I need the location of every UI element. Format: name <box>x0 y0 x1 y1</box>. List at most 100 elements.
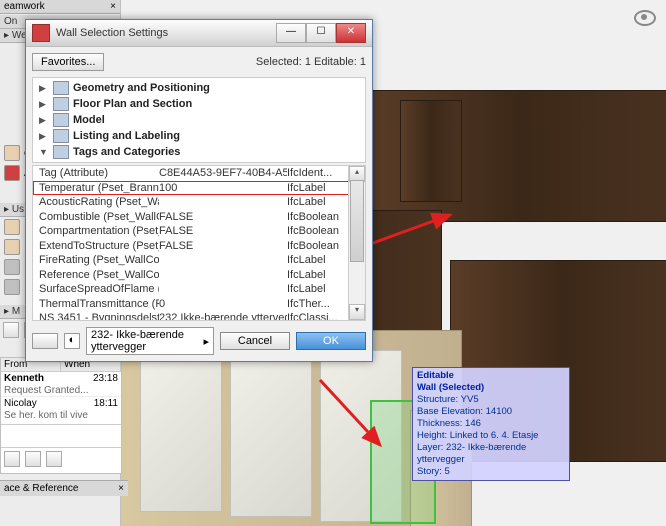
maximize-button[interactable]: ☐ <box>306 23 336 43</box>
chat-message2: Se her. kom til vive <box>1 410 121 424</box>
tooltip-layer: Layer: 232- Ikke-bærende yttervegger <box>417 442 565 466</box>
ok-button[interactable]: OK <box>296 332 366 350</box>
attr-type: IfcBoolean <box>287 224 339 239</box>
tooltip-subheader: Wall (Selected) <box>417 382 565 394</box>
wall-selection-settings-dialog: Wall Selection Settings — ☐ ✕ Favorites.… <box>25 19 373 362</box>
attr-value[interactable] <box>159 195 287 210</box>
attr-name: ExtendToStructure (Pset_W... <box>39 239 159 254</box>
attr-row[interactable]: Tag (Attribute) C8E44A53-9EF7-40B4-A531-… <box>33 166 365 181</box>
attr-type: IfcLabel <box>287 253 339 268</box>
attr-type: IfcLabel <box>287 195 339 210</box>
attr-row[interactable]: ExtendToStructure (Pset_W... FALSE IfcBo… <box>33 239 365 254</box>
chat-tool-btn[interactable] <box>4 451 20 467</box>
attr-row[interactable]: NS 3451 - Bygningsdelstabe... 232 Ikke-b… <box>33 311 365 321</box>
tooltip-thickness: Thickness: 146 <box>417 418 565 430</box>
teamwork-tab-label[interactable]: eamwork <box>4 1 45 12</box>
attr-value[interactable]: 232 Ikke-bærende yttervegger <box>159 311 287 321</box>
teamwork-close[interactable]: × <box>110 1 116 12</box>
collapse-arrow-icon[interactable]: ▶ <box>39 131 49 142</box>
avatar-icon <box>4 239 20 255</box>
attr-type: IfcTher... <box>287 297 339 312</box>
settings-tree: ▶ Geometry and Positioning ▶ Floor Plan … <box>32 77 366 163</box>
element-info-tooltip: Editable Wall (Selected) Structure: YV5 … <box>412 367 570 481</box>
trace-reference-tab[interactable]: ace & Reference × <box>0 480 128 496</box>
attr-row[interactable]: Combustible (Pset_WallCom... FALSE IfcBo… <box>33 210 365 225</box>
attr-row[interactable]: Compartmentation (Pset_W... FALSE IfcBoo… <box>33 224 365 239</box>
tooltip-structure: Structure: YV5 <box>417 394 565 406</box>
chat-user[interactable]: Kenneth <box>4 373 44 384</box>
collapse-arrow-icon[interactable]: ▶ <box>39 99 49 110</box>
tooltip-story: Story: 5 <box>417 466 565 478</box>
attr-row[interactable]: Reference (Pset_WallComm... IfcLabel <box>33 268 365 283</box>
toolbar-btn[interactable] <box>3 322 19 338</box>
collapse-arrow-icon[interactable]: ▶ <box>39 115 49 126</box>
chat-message: Request Granted... <box>1 385 121 396</box>
tree-tags[interactable]: ▼ Tags and Categories <box>33 144 365 160</box>
collapse-arrow-icon[interactable]: ▶ <box>39 83 49 94</box>
geometry-icon <box>53 81 69 95</box>
attr-type: IfcBoolean <box>287 210 339 225</box>
tree-label: Floor Plan and Section <box>73 98 192 110</box>
chat-user2[interactable]: Nicolay <box>4 398 37 409</box>
managed-section[interactable]: M <box>12 306 20 317</box>
visibility-icon[interactable]: ◐ <box>64 333 80 349</box>
attr-type: IfcLabel <box>287 268 339 283</box>
attr-value[interactable]: C8E44A53-9EF7-40B4-A531-910F033 <box>159 166 287 181</box>
floorplan-icon <box>53 97 69 111</box>
view-eye-icon[interactable] <box>634 10 656 26</box>
tooltip-header: Editable <box>417 370 565 382</box>
attr-name: Reference (Pset_WallComm... <box>39 268 159 283</box>
chevron-down-icon: ▸ <box>203 335 209 348</box>
scroll-thumb[interactable] <box>350 180 364 262</box>
attr-name: Combustible (Pset_WallCom... <box>39 210 159 225</box>
attr-name: AcousticRating (Pset_WallC... <box>39 195 159 210</box>
attr-value[interactable]: FALSE <box>159 210 287 225</box>
chat-panel: From When Kenneth 23:18 Request Granted.… <box>0 357 122 474</box>
tree-listing[interactable]: ▶ Listing and Labeling <box>33 128 365 144</box>
attr-value[interactable]: FALSE <box>159 224 287 239</box>
attr-name: Compartmentation (Pset_W... <box>39 224 159 239</box>
attr-row[interactable]: SurfaceSpreadOfFlame (Pse... IfcLabel <box>33 282 365 297</box>
tree-floorplan[interactable]: ▶ Floor Plan and Section <box>33 96 365 112</box>
attr-type: IfcIdent... <box>287 166 339 181</box>
tooltip-height: Height: Linked to 6. 4. Etasje <box>417 430 565 442</box>
tree-label: Tags and Categories <box>73 146 180 158</box>
scroll-down-button[interactable]: ▾ <box>349 304 365 320</box>
avatar-icon <box>4 145 20 161</box>
attr-type: IfcBoolean <box>287 239 339 254</box>
attr-row-highlighted[interactable]: Temperatur (Pset_Brann) 100 IfcLabel <box>33 181 365 196</box>
scrollbar[interactable]: ▴ ▾ <box>348 166 365 320</box>
chat-tool-btn[interactable] <box>46 451 62 467</box>
selection-count: Selected: 1 Editable: 1 <box>256 56 366 68</box>
attr-value[interactable] <box>159 253 287 268</box>
attr-value[interactable] <box>159 282 287 297</box>
expand-arrow-icon[interactable]: ▼ <box>39 147 49 157</box>
tree-model[interactable]: ▶ Model <box>33 112 365 128</box>
dialog-title: Wall Selection Settings <box>56 27 276 39</box>
close-button[interactable]: ✕ <box>336 23 366 43</box>
chat-time2: 18:11 <box>94 398 118 409</box>
avatar-icon <box>4 279 20 295</box>
layer-dropdown[interactable]: 232- Ikke-bærende yttervegger ▸ <box>86 327 214 355</box>
minimize-button[interactable]: — <box>276 23 306 43</box>
users-section[interactable]: Us <box>12 204 24 215</box>
attr-row[interactable]: FireRating (Pset_WallCom... IfcLabel <box>33 253 365 268</box>
attr-value[interactable]: 100 <box>159 181 287 196</box>
attr-value[interactable]: FALSE <box>159 239 287 254</box>
chat-tool-btn[interactable] <box>25 451 41 467</box>
attr-value[interactable] <box>159 268 287 283</box>
model-icon <box>53 113 69 127</box>
tree-label: Geometry and Positioning <box>73 82 210 94</box>
close-icon[interactable]: × <box>118 483 124 494</box>
attr-name: SurfaceSpreadOfFlame (Pse... <box>39 282 159 297</box>
attr-row[interactable]: AcousticRating (Pset_WallC... IfcLabel <box>33 195 365 210</box>
cancel-button[interactable]: Cancel <box>220 332 290 350</box>
tree-geometry[interactable]: ▶ Geometry and Positioning <box>33 80 365 96</box>
dialog-titlebar[interactable]: Wall Selection Settings — ☐ ✕ <box>26 20 372 47</box>
attr-type: IfcLabel <box>287 181 339 196</box>
attr-value[interactable]: 0 <box>159 297 287 312</box>
attr-row[interactable]: ThermalTransmittance (Pse... 0 IfcTher..… <box>33 297 365 312</box>
dropdown-value: 232- Ikke-bærende yttervegger <box>91 329 203 353</box>
attr-name: NS 3451 - Bygningsdelstabe... <box>39 311 159 321</box>
favorites-button[interactable]: Favorites... <box>32 53 104 71</box>
